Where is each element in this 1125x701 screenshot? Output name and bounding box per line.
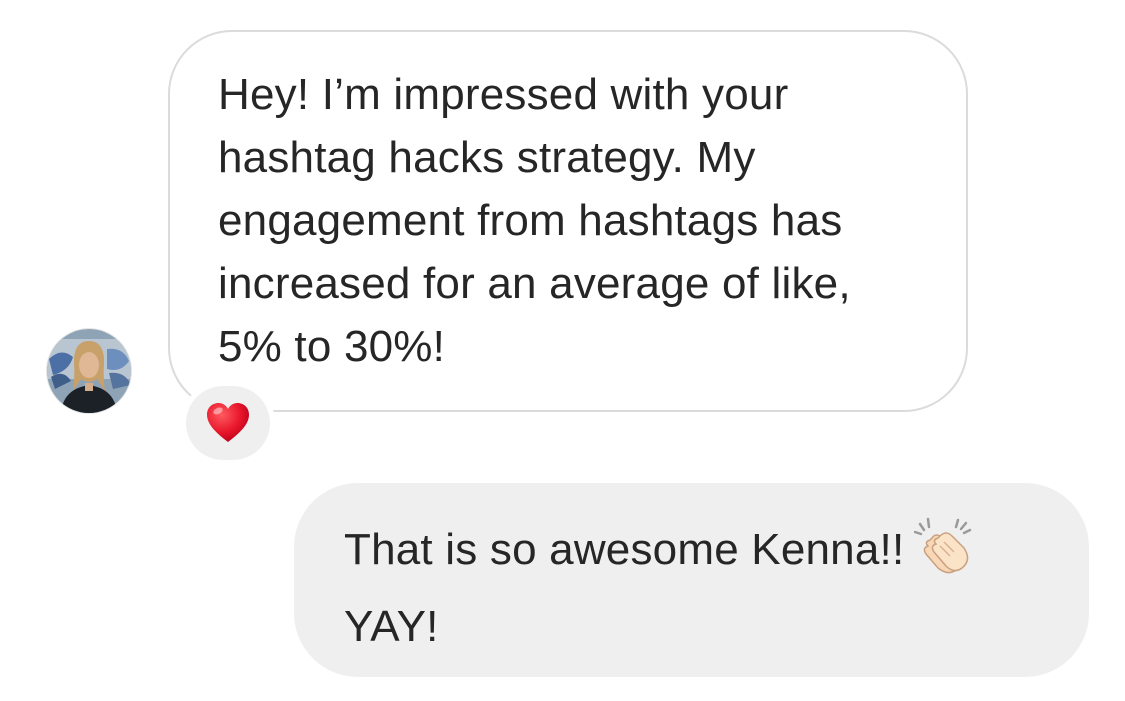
incoming-message-line: Hey! I’m impressed with your (218, 70, 789, 119)
incoming-message-line: 5% to 30%! (218, 322, 446, 371)
avatar[interactable] (47, 329, 131, 413)
heart-reaction-icon (207, 403, 249, 442)
incoming-message-line: increased for an average of like, (218, 259, 851, 308)
incoming-message-line: hashtag hacks strategy. My (218, 133, 756, 182)
clapping-hands-icon (914, 516, 976, 595)
incoming-message-bubble[interactable]: Hey! I’m impressed with your hashtag hac… (168, 30, 968, 412)
outgoing-message-line: YAY! (344, 602, 439, 651)
message-reaction[interactable] (186, 386, 270, 460)
outgoing-message-text: That is so awesome Kenna!! (344, 525, 905, 574)
outgoing-message-line: That is so awesome Kenna!! (344, 516, 1049, 595)
outgoing-message-bubble[interactable]: That is so awesome Kenna!! YAY! (294, 483, 1089, 677)
avatar-photo-icon (47, 329, 131, 413)
incoming-message-line: engagement from hashtags has (218, 196, 843, 245)
